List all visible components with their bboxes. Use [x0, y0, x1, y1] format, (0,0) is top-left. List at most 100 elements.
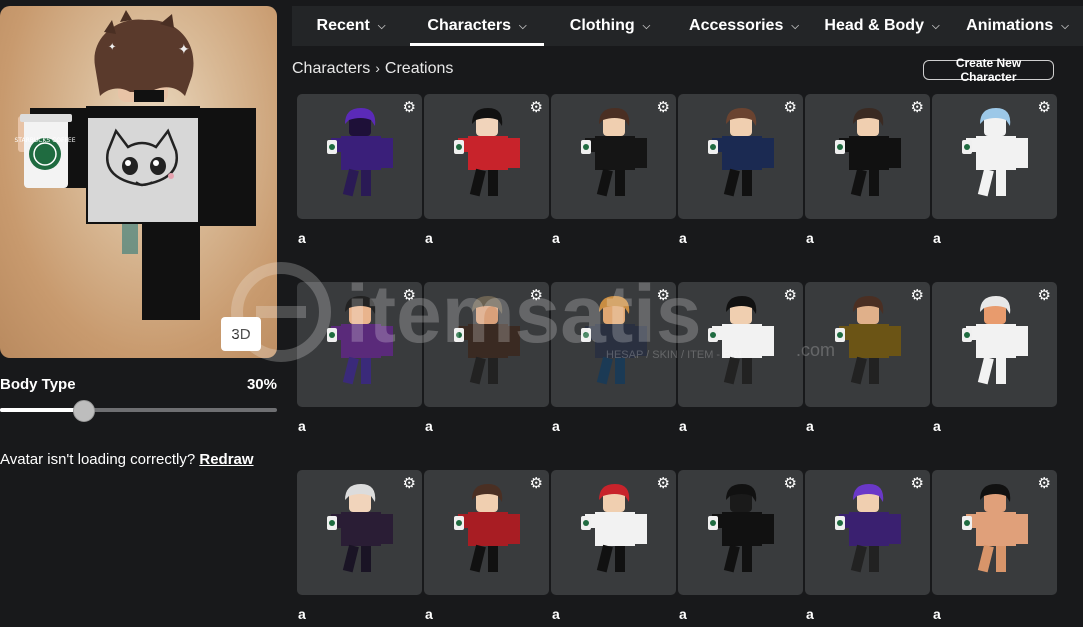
character-thumbnail[interactable]: ⚙ [551, 282, 676, 407]
gear-icon[interactable]: ⚙ [657, 98, 670, 116]
character-name: a [298, 230, 306, 246]
gear-icon[interactable]: ⚙ [1038, 98, 1051, 116]
tab-label: Accessories [689, 17, 784, 34]
breadcrumb-parent[interactable]: Characters [292, 60, 370, 77]
character-card[interactable]: ⚙ a [297, 282, 422, 434]
redraw-text: Avatar isn't loading correctly? [0, 451, 196, 468]
character-card[interactable]: ⚙ a [932, 470, 1057, 622]
character-card[interactable]: ⚙ a [678, 94, 803, 246]
avatar-figure: ✦ ✦ STARBUCKS COFFEE [14, 10, 256, 320]
gear-icon[interactable]: ⚙ [784, 474, 797, 492]
character-card[interactable]: ⚙ a [932, 282, 1057, 434]
tab-accessories[interactable]: Accessories ⌵ [676, 6, 812, 46]
body-type-value: 30% [246, 376, 277, 393]
character-thumbnail[interactable]: ⚙ [678, 94, 803, 219]
character-thumbnail[interactable]: ⚙ [297, 470, 422, 595]
gear-icon[interactable]: ⚙ [530, 286, 543, 304]
breadcrumb-current: Creations [384, 60, 454, 77]
gear-icon[interactable]: ⚙ [403, 474, 416, 492]
svg-text:✦: ✦ [178, 42, 190, 58]
character-thumbnail[interactable]: ⚙ [805, 94, 930, 219]
character-card[interactable]: ⚙ a [424, 94, 549, 246]
character-name: a [552, 230, 560, 246]
character-name: a [679, 230, 687, 246]
gear-icon[interactable]: ⚙ [530, 474, 543, 492]
tab-clothing[interactable]: Clothing ⌵ [544, 6, 676, 46]
character-thumbnail[interactable]: ⚙ [678, 470, 803, 595]
character-name: a [552, 418, 560, 434]
tab-label: Head & Body [824, 17, 924, 34]
character-thumbnail[interactable]: ⚙ [805, 470, 930, 595]
gear-icon[interactable]: ⚙ [784, 98, 797, 116]
character-thumbnail[interactable]: ⚙ [551, 94, 676, 219]
character-name: a [933, 418, 941, 434]
tab-head-body[interactable]: Head & Body ⌵ [812, 6, 952, 46]
character-thumbnail[interactable]: ⚙ [297, 282, 422, 407]
gear-icon[interactable]: ⚙ [403, 286, 416, 304]
gear-icon[interactable]: ⚙ [657, 474, 670, 492]
redraw-message: Avatar isn't loading correctly? Redraw [0, 451, 254, 468]
character-thumbnail[interactable]: ⚙ [932, 282, 1057, 407]
gear-icon[interactable]: ⚙ [657, 286, 670, 304]
character-thumbnail[interactable]: ⚙ [932, 94, 1057, 219]
character-name: a [679, 606, 687, 622]
character-thumbnail[interactable]: ⚙ [424, 94, 549, 219]
character-card[interactable]: ⚙ a [297, 470, 422, 622]
character-thumbnail[interactable]: ⚙ [297, 94, 422, 219]
character-name: a [806, 418, 814, 434]
chevron-down-icon: ⌵ [931, 20, 940, 32]
character-card[interactable]: ⚙ a [678, 470, 803, 622]
character-card[interactable]: ⚙ a [424, 470, 549, 622]
character-card[interactable]: ⚙ a [551, 282, 676, 434]
gear-icon[interactable]: ⚙ [784, 286, 797, 304]
character-card[interactable]: ⚙ a [297, 94, 422, 246]
character-thumbnail[interactable]: ⚙ [424, 470, 549, 595]
avatar-preview[interactable]: ✦ ✦ STARBUCKS COFFEE 3D [0, 6, 277, 358]
tab-label: Animations [966, 17, 1054, 34]
character-card[interactable]: ⚙ a [932, 94, 1057, 246]
character-card[interactable]: ⚙ a [424, 282, 549, 434]
tab-animations[interactable]: Animations ⌵ [952, 6, 1083, 46]
chevron-down-icon: ⌵ [791, 20, 799, 32]
slider-thumb[interactable] [73, 400, 96, 422]
tab-characters[interactable]: Characters ⌵ [410, 6, 544, 46]
character-name: a [425, 418, 433, 434]
body-type-slider[interactable] [0, 400, 277, 422]
character-name: a [806, 230, 814, 246]
character-thumbnail[interactable]: ⚙ [551, 470, 676, 595]
character-card[interactable]: ⚙ a [678, 282, 803, 434]
gear-icon[interactable]: ⚙ [911, 98, 924, 116]
tab-label: Clothing [569, 17, 635, 34]
create-new-character-button[interactable]: Create New Character [923, 56, 1054, 84]
tab-label: Recent [316, 17, 370, 34]
svg-text:STARBUCKS COFFEE: STARBUCKS COFFEE [14, 137, 75, 144]
character-thumbnail[interactable]: ⚙ [805, 282, 930, 407]
body-type-label: Body Type [0, 376, 76, 393]
tab-recent[interactable]: Recent ⌵ [292, 6, 410, 46]
character-name: a [298, 606, 306, 622]
character-card[interactable]: ⚙ a [805, 282, 930, 434]
gear-icon[interactable]: ⚙ [911, 286, 924, 304]
character-card[interactable]: ⚙ a [805, 94, 930, 246]
breadcrumb: Characters › Creations [292, 60, 453, 78]
character-name: a [679, 418, 687, 434]
character-thumbnail[interactable]: ⚙ [678, 282, 803, 407]
redraw-link[interactable]: Redraw [199, 451, 253, 468]
view-3d-toggle-button[interactable]: 3D [221, 317, 261, 351]
character-name: a [933, 606, 941, 622]
chevron-right-icon: › [375, 60, 380, 76]
gear-icon[interactable]: ⚙ [403, 98, 416, 116]
gear-icon[interactable]: ⚙ [911, 474, 924, 492]
character-card[interactable]: ⚙ a [551, 94, 676, 246]
chevron-down-icon: ⌵ [377, 20, 386, 32]
character-card[interactable]: ⚙ a [805, 470, 930, 622]
character-card[interactable]: ⚙ a [551, 470, 676, 622]
slider-fill [0, 408, 84, 412]
character-name: a [806, 606, 814, 622]
character-thumbnail[interactable]: ⚙ [424, 282, 549, 407]
gear-icon[interactable]: ⚙ [1038, 286, 1051, 304]
character-thumbnail[interactable]: ⚙ [932, 470, 1057, 595]
chevron-down-icon: ⌵ [519, 20, 527, 32]
gear-icon[interactable]: ⚙ [1038, 474, 1051, 492]
gear-icon[interactable]: ⚙ [530, 98, 543, 116]
